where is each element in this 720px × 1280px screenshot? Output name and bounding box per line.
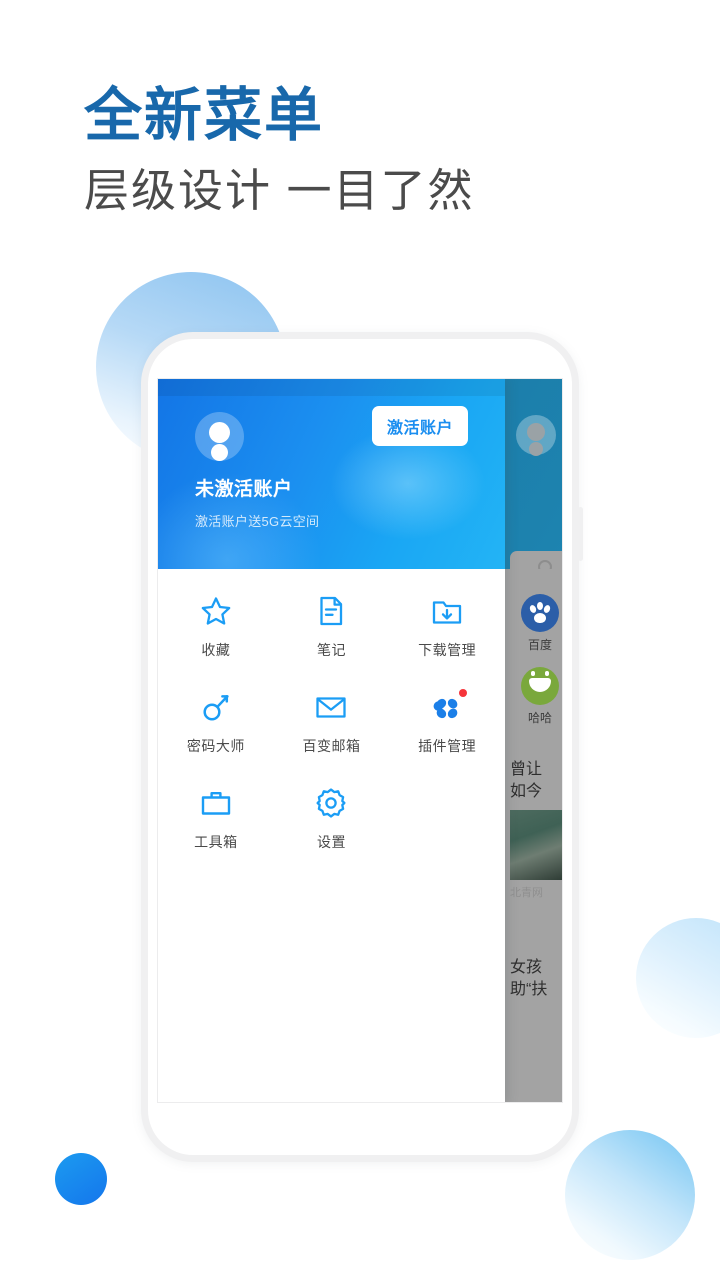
key-icon (200, 691, 232, 723)
decorative-circle-bottom-right (565, 1130, 695, 1260)
promo-headline-block: 全新菜单 层级设计 一目了然 (84, 82, 475, 221)
underlying-shortcut-baidu[interactable]: 百度 (510, 594, 562, 653)
activate-account-button[interactable]: 激活账户 (371, 406, 468, 446)
baidu-paw-icon (521, 594, 559, 632)
plugin-badge-dot (459, 689, 468, 697)
decorative-circle-right-edge (636, 918, 720, 1038)
account-name: 未激活账户 (195, 479, 293, 500)
user-avatar-icon[interactable] (195, 412, 244, 461)
underlying-news-item[interactable]: 曾让 如今 北青网 (510, 759, 562, 900)
underlying-news-item[interactable]: 女孩 助“扶 (510, 957, 562, 1002)
news-title-line: 女孩 (510, 959, 543, 976)
gear-icon (315, 787, 347, 819)
menu-item-mailbox[interactable]: 百变邮箱 (274, 691, 390, 781)
note-icon (315, 595, 347, 627)
toolbox-icon (200, 787, 232, 819)
news-title-line: 如今 (510, 783, 543, 801)
menu-item-toolbox[interactable]: 工具箱 (158, 787, 274, 877)
news-title-line: 助“扶 (510, 981, 548, 999)
menu-item-label: 设置 (316, 834, 346, 850)
account-header: 未激活账户 激活账户送5G云空间 激活账户 (158, 379, 505, 569)
underlying-shortcut-label: 百度 (527, 638, 552, 652)
promo-title: 全新菜单 (84, 83, 325, 148)
menu-item-settings[interactable]: 设置 (274, 787, 390, 877)
menu-item-favorites[interactable]: 收藏 (158, 595, 274, 685)
menu-item-notes[interactable]: 笔记 (274, 595, 390, 685)
decorative-circle-bottom-left (55, 1153, 107, 1205)
phone-side-button (578, 507, 583, 561)
menu-item-label: 密码大师 (186, 738, 245, 754)
underlying-avatar[interactable] (516, 415, 556, 455)
menu-item-label: 工具箱 (194, 834, 238, 850)
download-folder-icon (431, 595, 463, 627)
news-source: 北青网 (510, 886, 543, 899)
underlying-shortcut-label: 哈哈 (527, 711, 552, 725)
phone-mockup: 百度 哈哈 曾让 如今 北青网 女孩 助“扶 未激活账户 激活账户送5G云空间 … (141, 332, 583, 1162)
menu-item-label: 笔记 (316, 642, 346, 658)
star-icon (200, 595, 232, 627)
news-title-line: 曾让 (510, 761, 543, 778)
envelope-icon (315, 691, 347, 723)
menu-item-plugin-manager[interactable]: 插件管理 (389, 689, 505, 781)
menu-item-label: 百变邮箱 (302, 738, 361, 754)
menu-item-label: 收藏 (201, 642, 231, 658)
plugin-icon (431, 689, 468, 723)
menu-item-label: 插件管理 (418, 738, 477, 754)
phone-screen: 百度 哈哈 曾让 如今 北青网 女孩 助“扶 未激活账户 激活账户送5G云空间 … (157, 378, 563, 1103)
status-bar (158, 379, 505, 396)
menu-drawer: 未激活账户 激活账户送5G云空间 激活账户 收藏 笔记 下载管理 密码大师 百变… (158, 379, 505, 1102)
promo-subtitle: 层级设计 一目了然 (84, 165, 475, 217)
smiley-icon (521, 667, 559, 705)
underlying-shortcut-haha[interactable]: 哈哈 (510, 667, 562, 726)
menu-icon-grid: 收藏 笔记 下载管理 密码大师 百变邮箱 插件管理 工具箱 设置 (158, 569, 505, 877)
menu-item-label: 下载管理 (418, 642, 477, 658)
account-description: 激活账户送5G云空间 (195, 514, 320, 529)
menu-item-download-manager[interactable]: 下载管理 (389, 595, 505, 685)
menu-item-password-master[interactable]: 密码大师 (158, 691, 274, 781)
news-thumbnail (510, 809, 562, 880)
